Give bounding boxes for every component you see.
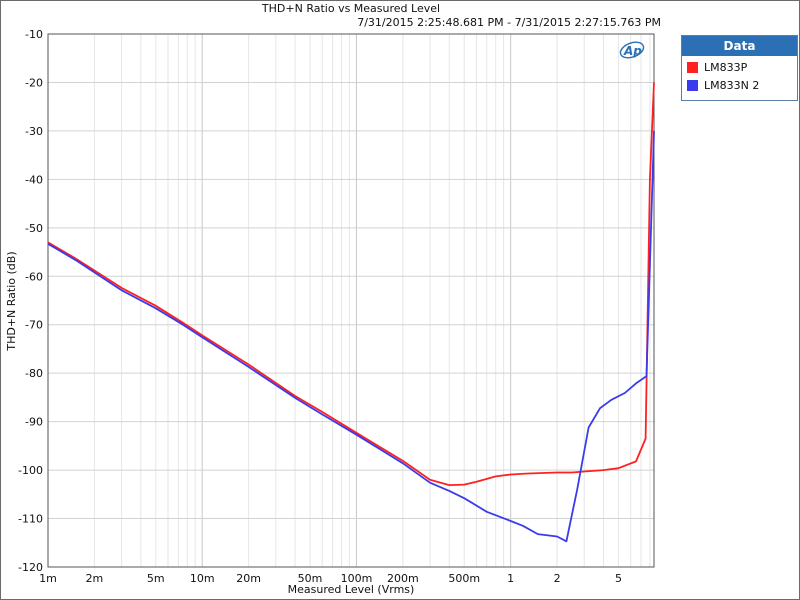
series-lines [47, 82, 655, 543]
legend-swatch-red [687, 62, 698, 73]
series-line-0 [47, 82, 655, 487]
y-tick-label: -30 [25, 125, 43, 138]
y-axis-label: THD+N Ratio (dB) [5, 251, 18, 351]
y-tick-label: -60 [25, 270, 43, 283]
y-tick-label: -110 [18, 513, 43, 526]
y-tick-label: -20 [25, 76, 43, 89]
x-tick-label: 500m [448, 572, 480, 585]
legend: Data LM833P LM833N 2 [681, 35, 798, 101]
y-tick-label: -70 [25, 319, 43, 332]
x-tick-label: 10m [190, 572, 215, 585]
series-line-1 [47, 130, 655, 543]
y-tick-label: -80 [25, 367, 43, 380]
x-tick-label: 20m [236, 572, 261, 585]
legend-item-lm833p[interactable]: LM833P [682, 59, 797, 77]
ap-logo-icon: Ap [619, 41, 645, 59]
y-tick-label: -50 [25, 222, 43, 235]
thd-chart: -10-20-30-40-50-60-70-80-90-100-110-1201… [5, 28, 655, 596]
plot-area [47, 33, 655, 568]
legend-label: LM833N 2 [704, 79, 760, 92]
legend-swatch-blue [687, 80, 698, 91]
y-tick-label: -100 [18, 464, 43, 477]
legend-item-lm833n2[interactable]: LM833N 2 [682, 77, 797, 95]
x-tick-label: 2 [554, 572, 561, 585]
x-tick-label: 1m [39, 572, 57, 585]
y-tick-label: -40 [25, 173, 43, 186]
y-tick-label: -10 [25, 28, 43, 41]
x-tick-label: 5 [615, 572, 622, 585]
axes: -10-20-30-40-50-60-70-80-90-100-110-1201… [18, 28, 655, 585]
svg-text:Ap: Ap [623, 44, 642, 58]
y-tick-label: -90 [25, 416, 43, 429]
x-tick-label: 2m [86, 572, 104, 585]
legend-title: Data [682, 36, 797, 56]
chart-frame: THD+N Ratio vs Measured Level 7/31/2015 … [0, 0, 800, 600]
legend-label: LM833P [704, 61, 748, 74]
x-tick-label: 5m [147, 572, 165, 585]
x-tick-label: 1 [507, 572, 514, 585]
grid [47, 33, 654, 568]
x-axis-label: Measured Level (Vrms) [288, 583, 415, 596]
